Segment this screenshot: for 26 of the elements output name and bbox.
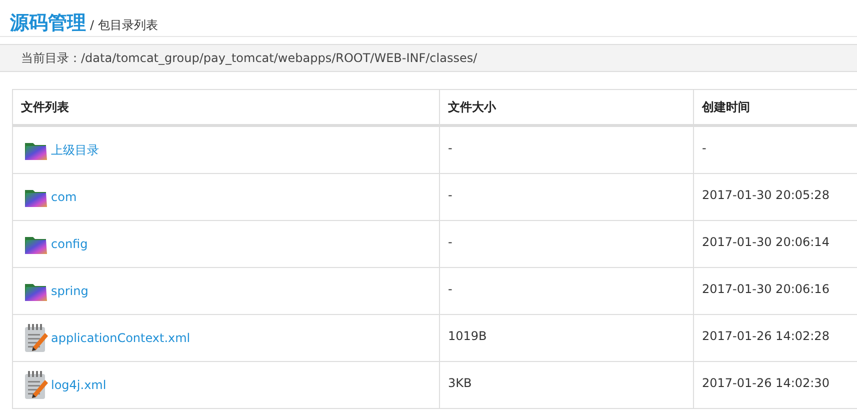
table-cell-text: 2017-01-26 14:02:30 (701, 375, 830, 392)
notepad-icon (23, 370, 49, 400)
table-cell-text: 2017-01-30 20:06:16 (701, 281, 830, 298)
file-link[interactable]: log4j.xml (51, 378, 106, 392)
table-cell-text: 2017-01-30 20:06:14 (701, 234, 830, 251)
table-cell-text: 2017-01-30 20:05:28 (701, 187, 830, 204)
table-cell: 1019B (440, 315, 694, 361)
file-link[interactable]: applicationContext.xml (51, 331, 190, 345)
table-cell: - (440, 268, 694, 314)
column-header: 文件大小 (440, 90, 694, 124)
file-link[interactable]: 上级目录 (51, 142, 99, 158)
current-directory: 当前目录：/data/tomcat_group/pay_tomcat/webapps/ROOT/WEB-INF/classes/ (0, 44, 857, 72)
table-cell: - (440, 127, 694, 173)
file-link[interactable]: com (51, 190, 77, 204)
table-cell: 3KB (440, 362, 694, 408)
table-cell: - (440, 174, 694, 220)
column-header: 创建时间 (700, 98, 751, 116)
column-header: 文件列表 (13, 90, 440, 124)
breadcrumb: / 包目录列表 (90, 17, 158, 34)
table-cell-text: 2017-01-26 14:02:28 (701, 328, 830, 345)
table-cell: - (440, 221, 694, 267)
page-title: 源码管理 (10, 11, 86, 36)
table-cell-text: - (701, 140, 708, 157)
notepad-icon (23, 323, 49, 353)
file-link[interactable]: spring (51, 284, 88, 298)
file-link[interactable]: config (51, 237, 88, 251)
